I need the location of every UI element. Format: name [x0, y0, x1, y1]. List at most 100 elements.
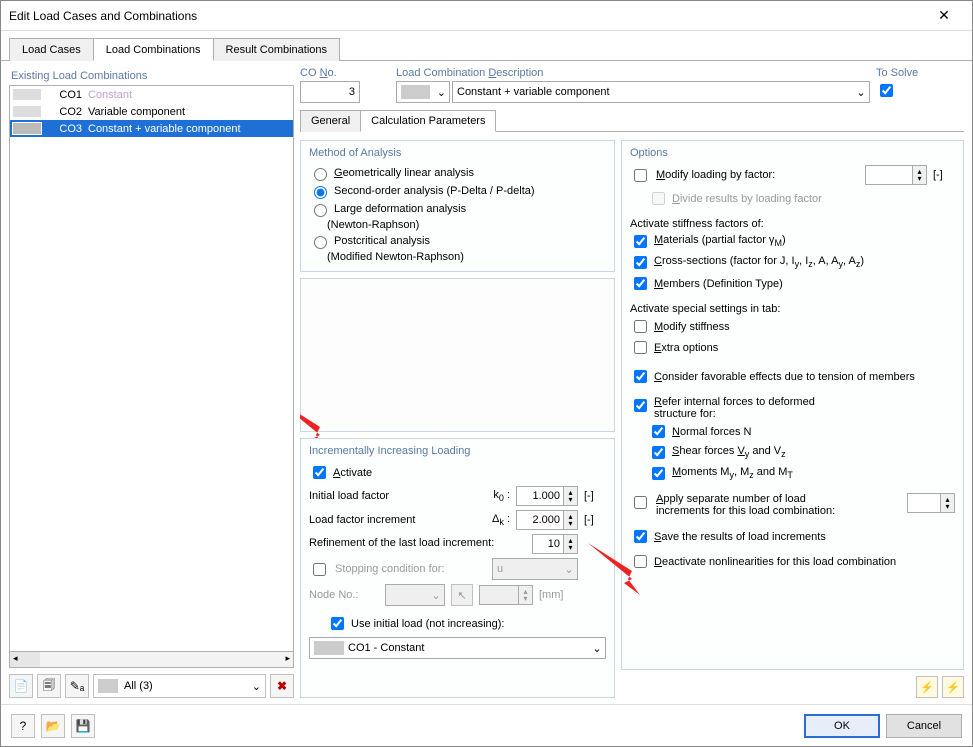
tab-calc-params[interactable]: Calculation Parameters: [360, 110, 496, 132]
solve-checkbox[interactable]: [880, 84, 893, 97]
horizontal-scrollbar[interactable]: ◂ ▸: [9, 652, 294, 668]
list-toolbar: 📄 🗐 ✎ₐ All (3) ⌄ ✖: [9, 668, 294, 698]
color-swatch: [98, 679, 118, 693]
chevron-down-icon: ⌄: [252, 680, 261, 693]
moments-checkbox[interactable]: [652, 467, 665, 480]
radio-large-deform[interactable]: [314, 204, 327, 217]
sub-tabs: General Calculation Parameters: [300, 109, 964, 132]
incremental-group: Incrementally Increasing Loading Activat…: [300, 438, 615, 698]
shear-checkbox[interactable]: [652, 446, 665, 459]
method-title: Method of Analysis: [309, 147, 606, 159]
filter-combo[interactable]: All (3) ⌄: [93, 674, 266, 698]
chevron-down-icon: ⌄: [853, 86, 869, 99]
materials-checkbox[interactable]: [634, 235, 647, 248]
color-swatch: [12, 88, 42, 101]
combo-id: CO3: [46, 123, 88, 135]
initial-factor-input[interactable]: ▴▾: [516, 486, 578, 506]
copy-button[interactable]: 🗐: [37, 674, 61, 698]
combos-list[interactable]: CO1 Constant CO2 Variable component CO3 …: [9, 85, 294, 652]
tab-load-combinations[interactable]: Load Combinations: [93, 38, 214, 61]
new-button[interactable]: 📄: [9, 674, 33, 698]
activate-checkbox[interactable]: [313, 466, 326, 479]
separate-inc-input[interactable]: ▴▾: [907, 493, 955, 513]
combo-name: Variable component: [88, 106, 185, 118]
node-val-input: ▴▾: [479, 585, 533, 605]
refine-input[interactable]: ▴▾: [532, 534, 578, 554]
stop-label: Stopping condition for:: [335, 563, 486, 575]
tab-result-combinations[interactable]: Result Combinations: [213, 38, 341, 61]
increment-input[interactable]: ▴▾: [516, 510, 578, 530]
cancel-button[interactable]: Cancel: [886, 714, 962, 738]
incr-title: Incrementally Increasing Loading: [309, 445, 606, 457]
members-checkbox[interactable]: [634, 277, 647, 290]
list-item-selected[interactable]: CO3 Constant + variable component: [10, 120, 293, 137]
modify-loading-checkbox[interactable]: [634, 169, 647, 182]
refine-label: Refinement of the last load increment:: [309, 537, 526, 550]
deactivate-nonlin-checkbox[interactable]: [634, 555, 647, 568]
color-swatch: [12, 122, 42, 135]
chevron-down-icon: ⌄: [589, 642, 605, 655]
list-item[interactable]: CO2 Variable component: [10, 103, 293, 120]
co-no-label: CO No.: [300, 67, 390, 79]
co-no-input[interactable]: [300, 81, 360, 103]
options-group: Options Modify loading by factor: ▴▾ [-]…: [621, 140, 964, 670]
radio-geometric[interactable]: [314, 168, 327, 181]
consider-checkbox[interactable]: [634, 370, 647, 383]
help-button[interactable]: ?: [11, 714, 35, 738]
special-header: Activate special settings in tab:: [630, 303, 955, 315]
close-button[interactable]: ✕: [924, 1, 964, 31]
divide-checkbox: [652, 192, 665, 205]
node-label: Node No.:: [309, 589, 379, 601]
desc-input[interactable]: [453, 83, 853, 101]
text-button[interactable]: ✎ₐ: [65, 674, 89, 698]
modify-factor-input[interactable]: ▴▾: [865, 165, 927, 185]
options-title: Options: [630, 147, 955, 159]
filter-label: All (3): [124, 680, 252, 692]
cross-sections-checkbox[interactable]: [634, 256, 647, 269]
delete-button[interactable]: ✖: [270, 674, 294, 698]
lightning-gear-button[interactable]: ⚡: [942, 676, 964, 698]
normal-checkbox[interactable]: [652, 425, 665, 438]
combo-id: CO1: [46, 89, 88, 101]
apply-separate-checkbox[interactable]: [634, 496, 647, 509]
refer-checkbox[interactable]: [634, 399, 647, 412]
window-title: Edit Load Cases and Combinations: [9, 9, 924, 23]
tab-load-cases[interactable]: Load Cases: [9, 38, 94, 61]
folder-button[interactable]: 📂: [41, 714, 65, 738]
solve-label: To Solve: [876, 67, 964, 79]
combo-type-select[interactable]: ⌄: [396, 81, 450, 103]
lightning-button[interactable]: ⚡: [916, 676, 938, 698]
main-tabs: Load Cases Load Combinations Result Comb…: [1, 31, 972, 61]
ok-button[interactable]: OK: [804, 714, 880, 738]
desc-combo[interactable]: ⌄: [452, 81, 870, 103]
desc-label: Load Combination Description: [396, 67, 870, 79]
titlebar: Edit Load Cases and Combinations ✕: [1, 1, 972, 31]
pick-button: ↖: [451, 584, 473, 606]
save-results-checkbox[interactable]: [634, 530, 647, 543]
node-combo: ⌄: [385, 584, 445, 606]
increment-label: Load factor increment: [309, 514, 474, 526]
radio-second-order[interactable]: [314, 186, 327, 199]
save-button[interactable]: 💾: [71, 714, 95, 738]
method-group: Method of Analysis Geometrically linear …: [300, 140, 615, 272]
modify-stiffness-checkbox[interactable]: [634, 320, 647, 333]
combo-name: Constant + variable component: [88, 123, 241, 135]
stopping-checkbox[interactable]: [313, 563, 326, 576]
existing-combos-header: Existing Load Combinations: [9, 67, 294, 85]
initial-load-combo[interactable]: CO1 - Constant ⌄: [309, 637, 606, 659]
combo-name: Constant: [88, 89, 132, 101]
tab-general[interactable]: General: [300, 110, 361, 132]
placeholder-box: [300, 278, 615, 432]
initial-label: Initial load factor: [309, 490, 474, 502]
combo-id: CO2: [46, 106, 88, 118]
chevron-down-icon: ⌄: [434, 86, 449, 99]
radio-postcritical[interactable]: [314, 236, 327, 249]
stop-combo: u⌄: [492, 558, 578, 580]
extra-options-checkbox[interactable]: [634, 341, 647, 354]
stiff-header: Activate stiffness factors of:: [630, 218, 955, 230]
color-swatch: [12, 105, 42, 118]
footer: ? 📂 💾 OK Cancel: [1, 704, 972, 746]
use-initial-checkbox[interactable]: [331, 617, 344, 630]
list-item[interactable]: CO1 Constant: [10, 86, 293, 103]
color-swatch: [401, 85, 430, 99]
